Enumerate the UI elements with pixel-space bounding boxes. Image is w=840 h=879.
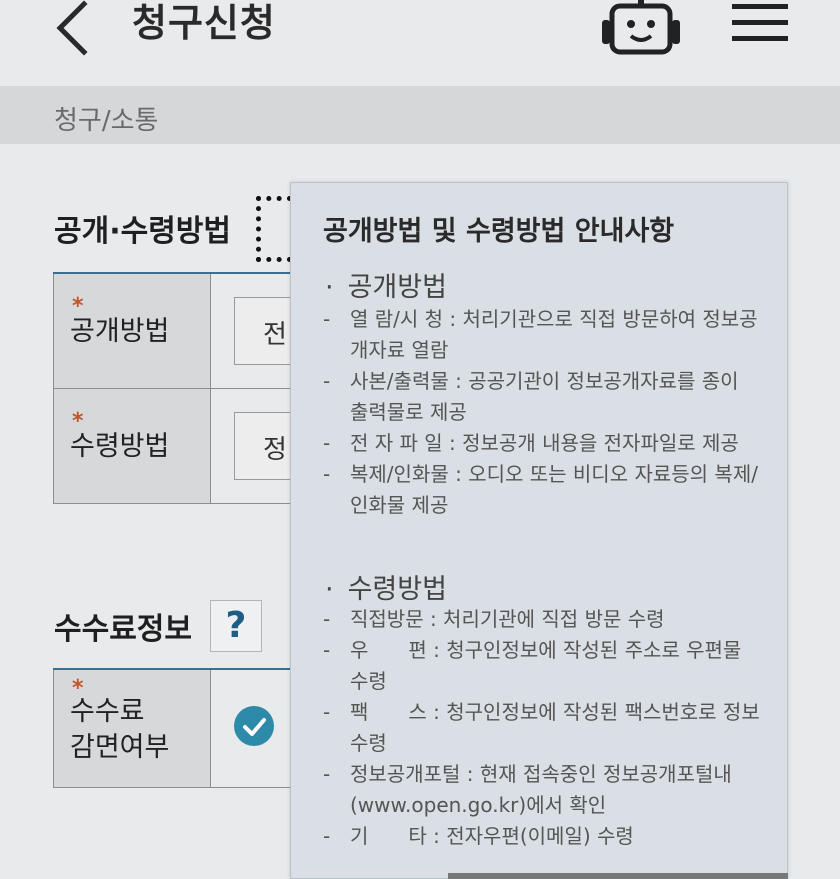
fee-label-line1: 수수료 (70, 696, 145, 727)
menu-button[interactable] (730, 2, 790, 44)
breadcrumb-bar: 청구/소통 (0, 86, 840, 144)
tooltip-group-title-receipt: · 수령방법 (325, 567, 447, 606)
chevron-left-icon (56, 0, 88, 56)
hamburger-menu-icon (732, 4, 788, 41)
tooltip-item: -팩 스 : 청구인정보에 작성된 팩스번호로 정보 수령 (323, 700, 760, 755)
tooltip-item: -전 자 파 일 : 정보공개 내용을 전자파일로 제공 (323, 431, 739, 455)
info-tooltip-trigger[interactable] (256, 196, 292, 262)
fee-help-button[interactable]: ? (210, 600, 262, 652)
bullet-dot: · (325, 272, 334, 303)
row-label-cell: * 수령방법 (53, 389, 211, 503)
tooltip-item: - 사본/출력물 : 공공기관이 정보공개자료를 종이 출력물로 제공 (323, 369, 739, 424)
bottom-scroll-bar (448, 873, 788, 879)
breadcrumb: 청구/소통 (54, 106, 159, 136)
tooltip-item: - 직접방문 : 처리기관에 직접 방문 수령 (323, 607, 665, 631)
group-title-text: 수령방법 (347, 574, 447, 605)
row-label-cell: * 수수료 감면여부 (53, 670, 211, 787)
tooltip-title: 공개방법 및 수령방법 안내사항 (323, 216, 675, 247)
disclosure-info-tooltip: 공개방법 및 수령방법 안내사항 · 공개방법 -열 람/시 청 : 처리기관으로… (290, 182, 788, 879)
tooltip-item: -우 편 : 청구인정보에 작성된 주소로 우편물 수령 (323, 638, 742, 693)
group-title-text: 공개방법 (347, 272, 447, 303)
section-title-fee: 수수료정보 (54, 612, 192, 647)
tooltip-item: -열 람/시 청 : 처리기관으로 직접 방문하여 정보공개자료 열람 (323, 307, 758, 362)
bullet-dot: · (325, 574, 334, 605)
section-title-disclosure: 공개·수령방법 (54, 214, 231, 249)
checkmark-icon (243, 718, 266, 736)
row-label-cell: * 공개방법 (53, 274, 211, 388)
fee-label-line2: 감면여부 (70, 732, 170, 763)
disclosure-method-value: 전 (263, 320, 287, 350)
receipt-method-label: 수령방법 (70, 431, 170, 462)
app-header: 청구신청 (0, 0, 840, 86)
fee-reduction-checkbox[interactable] (234, 706, 274, 746)
back-button[interactable] (46, 0, 98, 56)
disclosure-method-label: 공개방법 (70, 316, 170, 347)
tooltip-item: - 정보공개포털 : 현재 접속중인 정보공개포털내(www.open.go.kr… (323, 762, 732, 817)
tooltip-item: - 복제/인화물 : 오디오 또는 비디오 자료등의 복제/인화물 제공 (323, 462, 758, 517)
chatbot-button[interactable] (598, 0, 684, 58)
chatbot-icon (602, 0, 680, 55)
tooltip-item: -기 타 : 전자우편(이메일) 수령 (323, 824, 634, 848)
receipt-method-value: 정 (263, 435, 287, 465)
tooltip-group-title-disclosure: · 공개방법 (325, 265, 447, 304)
page-title: 청구신청 (132, 1, 276, 45)
